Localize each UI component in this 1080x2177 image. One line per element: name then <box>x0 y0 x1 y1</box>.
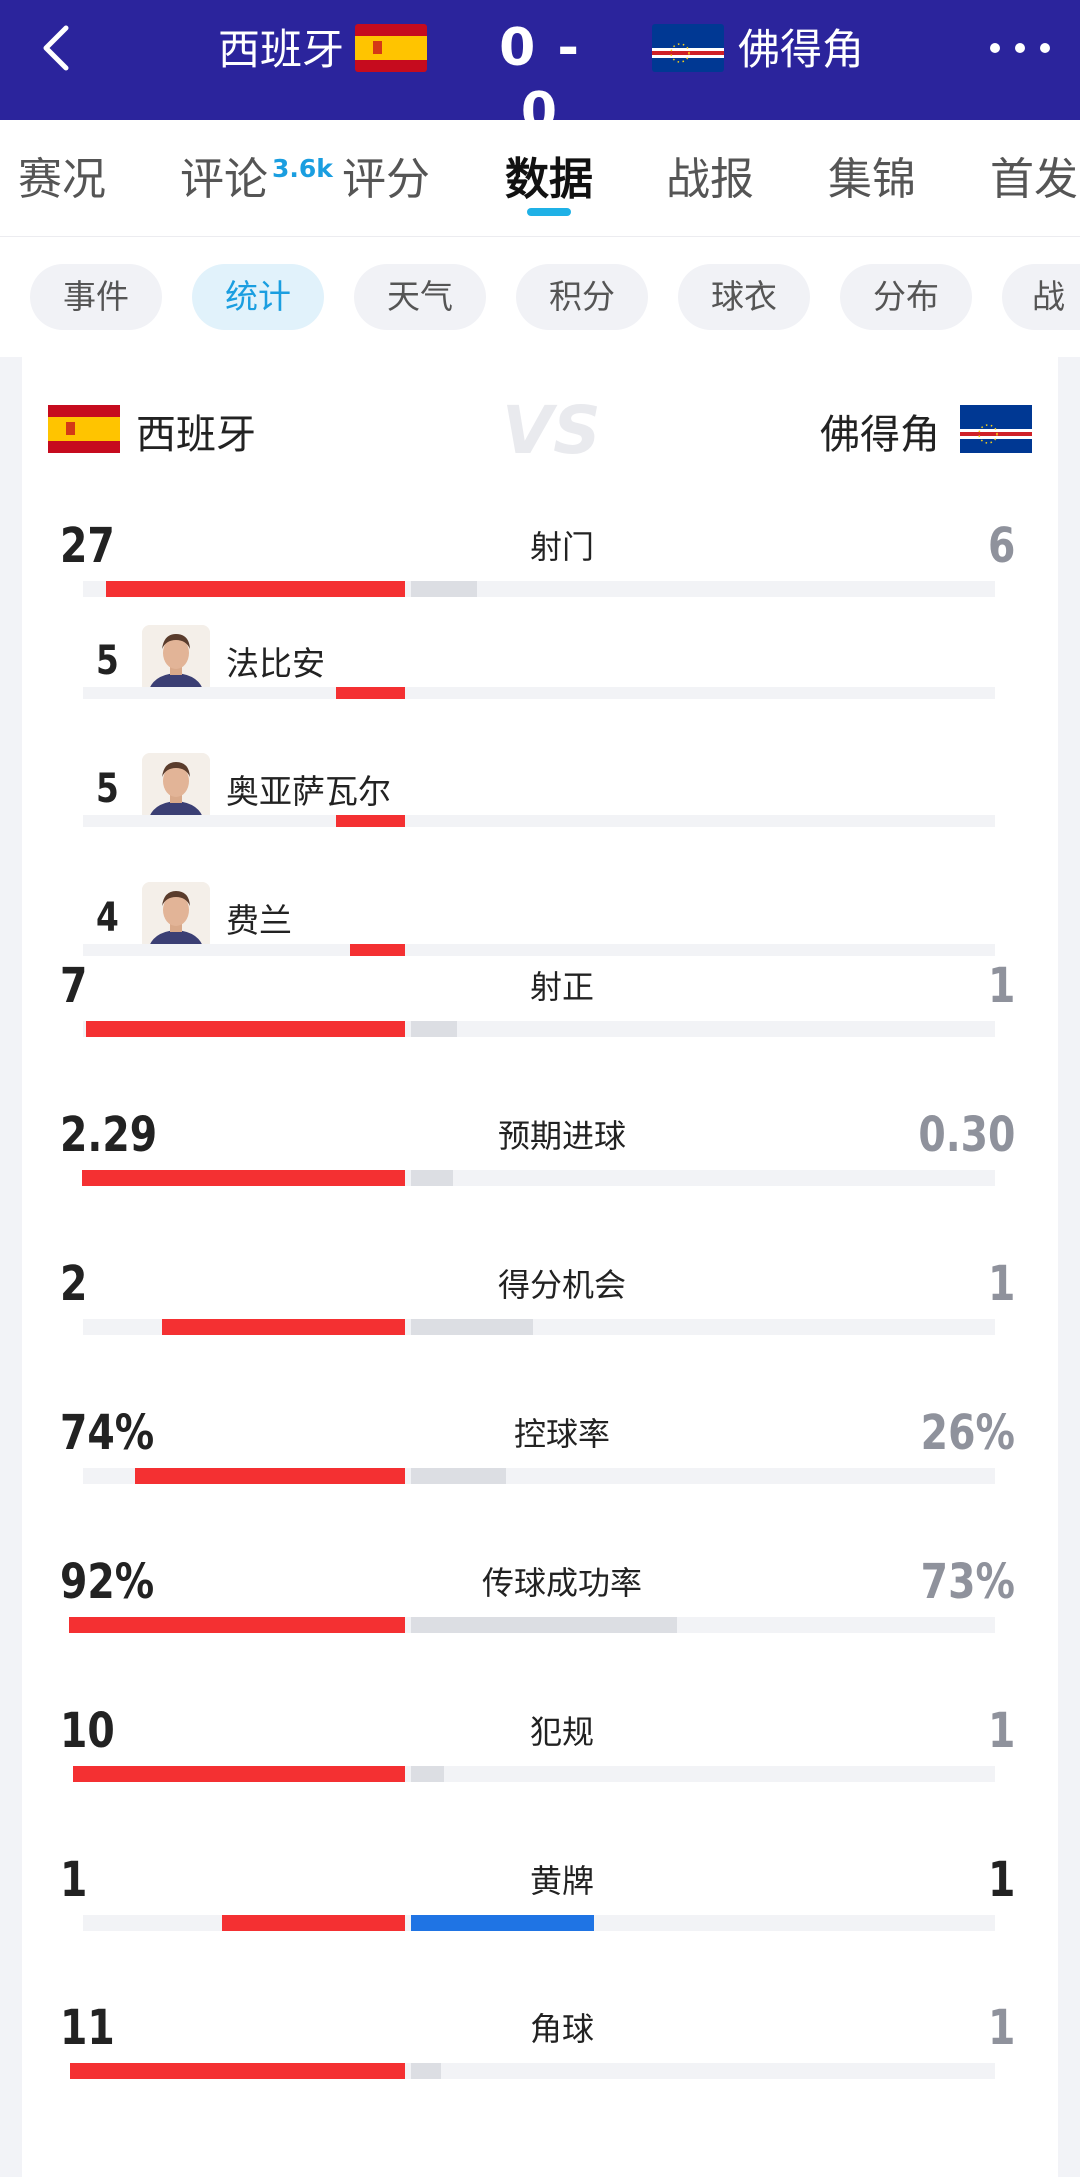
more-dots-icon <box>990 43 1050 53</box>
tab-data[interactable]: 数据 <box>505 150 593 210</box>
home-stat-value: 2.29 <box>60 1107 158 1163</box>
player-avatar[interactable] <box>142 882 210 950</box>
stat-label: 犯规 <box>529 1713 594 1751</box>
tab-report[interactable]: 战报 <box>666 150 754 210</box>
sub-tabs: 事件 统计 天气 积分 球衣 分布 战 <box>0 237 1080 357</box>
spain-flag-icon <box>355 24 427 72</box>
home-stat-bar <box>70 2063 405 2079</box>
away-stat-bar <box>411 1915 594 1931</box>
away-stat-value: 6 <box>987 518 1015 574</box>
player-shot-bar <box>336 687 405 699</box>
home-stat-bar <box>82 1170 405 1186</box>
tab-highlights[interactable]: 集锦 <box>828 150 916 210</box>
subtab-events[interactable]: 事件 <box>30 264 162 330</box>
subtab-distribution[interactable]: 分布 <box>840 264 972 330</box>
tab-ratings[interactable]: 评分 <box>342 150 430 210</box>
away-stat-bar <box>411 1319 533 1335</box>
home-stat-bar <box>69 1617 405 1633</box>
home-team-name[interactable]: 西班牙 <box>218 22 344 78</box>
away-stat-bar <box>411 1021 457 1037</box>
stat-label: 角球 <box>529 2010 594 2048</box>
home-stat-bar <box>73 1766 405 1782</box>
stat-bar-track <box>83 944 995 956</box>
match-header: 西班牙 0 - 0 佛得角 <box>0 0 1080 142</box>
stat-label: 传球成功率 <box>481 1564 642 1602</box>
spain-flag-icon <box>48 405 120 453</box>
vs-logo: VS <box>502 392 601 469</box>
home-stat-bar <box>86 1021 405 1037</box>
player-shot-bar <box>336 815 405 827</box>
more-button[interactable] <box>985 30 1055 66</box>
comment-count-badge: 3.6k <box>272 154 333 183</box>
away-stat-bar <box>411 1766 444 1782</box>
home-stat-value: 10 <box>60 1703 115 1759</box>
away-stat-bar <box>411 1617 677 1633</box>
subtab-standings[interactable]: 积分 <box>516 264 648 330</box>
active-tab-indicator <box>527 208 571 216</box>
back-button[interactable] <box>28 18 88 78</box>
subtab-stats[interactable]: 统计 <box>192 264 324 330</box>
away-stat-bar <box>411 1468 506 1484</box>
away-stat-bar <box>411 581 477 597</box>
stat-label: 射正 <box>529 968 594 1006</box>
stat-bar-track <box>83 815 995 827</box>
away-stat-bar <box>411 1170 453 1186</box>
away-stat-value: 0.30 <box>917 1107 1015 1163</box>
home-stat-value: 11 <box>60 2000 115 2056</box>
main-tabs: 赛况 评论 3.6k 评分 数据 战报 集锦 首发 <box>0 120 1080 237</box>
cape-verde-flag-icon <box>960 405 1032 453</box>
player-shot-count: 5 <box>96 766 119 812</box>
chevron-left-icon <box>43 25 69 71</box>
stats-card: 西班牙 VS 佛得角 27 射门 6 5 法比安 5 奥亚萨瓦尔 4 费兰 7 射正 1 2.29 预期进… <box>22 357 1058 2177</box>
player-shot-count: 4 <box>96 895 119 941</box>
subtab-kits[interactable]: 球衣 <box>678 264 810 330</box>
tab-live[interactable]: 赛况 <box>18 150 106 210</box>
away-stat-value: 26% <box>920 1405 1015 1461</box>
subtab-weather[interactable]: 天气 <box>354 264 486 330</box>
home-stat-bar <box>222 1915 405 1931</box>
away-stat-bar <box>411 2063 441 2079</box>
home-stat-value: 7 <box>60 958 88 1014</box>
cape-verde-flag-icon <box>652 24 724 72</box>
away-team-name[interactable]: 佛得角 <box>738 22 864 78</box>
stat-label: 射门 <box>529 528 594 566</box>
player-avatar[interactable] <box>142 753 210 821</box>
home-stat-value: 2 <box>60 1256 88 1312</box>
stat-label: 控球率 <box>513 1415 610 1453</box>
away-stat-value: 1 <box>987 958 1015 1014</box>
home-stat-value: 74% <box>60 1405 155 1461</box>
stat-label: 得分机会 <box>497 1266 626 1304</box>
away-stat-value: 73% <box>920 1554 1015 1610</box>
stat-label: 预期进球 <box>497 1117 626 1155</box>
player-name[interactable]: 奥亚萨瓦尔 <box>226 769 391 815</box>
away-stat-value: 1 <box>987 1852 1015 1908</box>
home-stat-value: 92% <box>60 1554 155 1610</box>
stat-bar-track <box>83 687 995 699</box>
tab-lineup[interactable]: 首发 <box>990 150 1078 210</box>
player-shot-bar <box>350 944 405 956</box>
home-stat-value: 1 <box>60 1852 88 1908</box>
home-stat-value: 27 <box>60 518 115 574</box>
card-away-team: 佛得角 <box>820 412 940 458</box>
away-stat-value: 1 <box>987 1703 1015 1759</box>
home-stat-bar <box>162 1319 405 1335</box>
player-name[interactable]: 法比安 <box>226 641 325 687</box>
player-avatar[interactable] <box>142 625 210 693</box>
player-shot-count: 5 <box>96 638 119 684</box>
card-home-team: 西班牙 <box>136 412 256 458</box>
away-stat-value: 1 <box>987 1256 1015 1312</box>
subtab-tactics[interactable]: 战 <box>1002 264 1080 330</box>
tab-comments[interactable]: 评论 <box>180 150 268 210</box>
stat-label: 黄牌 <box>529 1862 594 1900</box>
player-name[interactable]: 费兰 <box>226 898 292 944</box>
away-stat-value: 1 <box>987 2000 1015 2056</box>
home-stat-bar <box>135 1468 405 1484</box>
home-stat-bar <box>106 581 405 597</box>
